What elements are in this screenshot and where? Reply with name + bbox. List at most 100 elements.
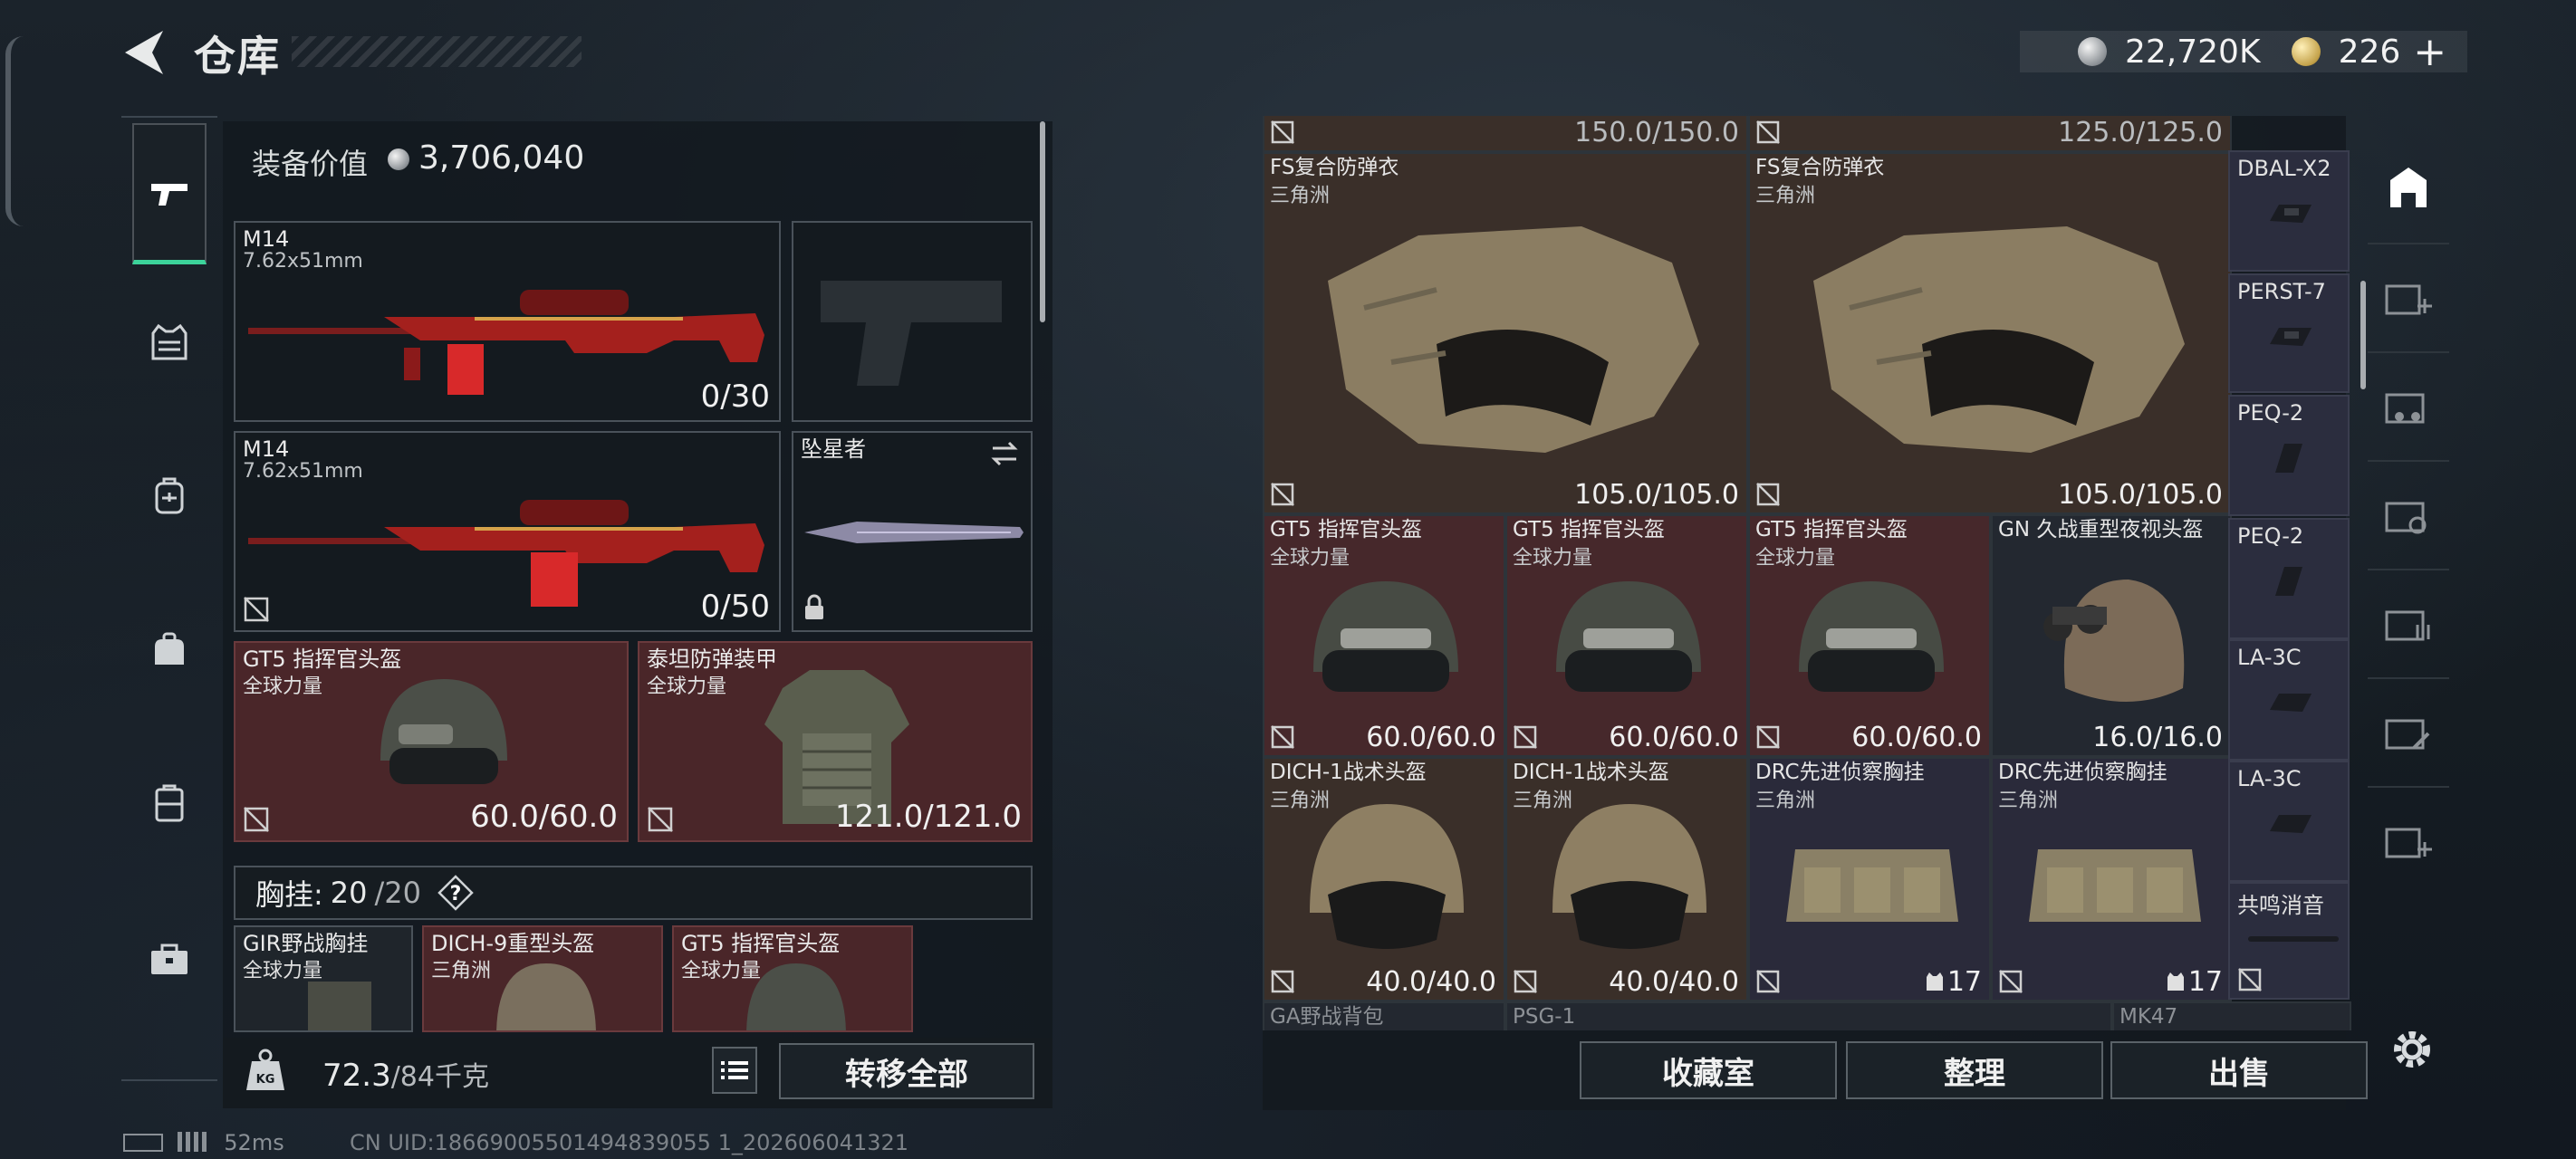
unbound-icon <box>1756 483 1780 506</box>
chest-rig-image <box>308 982 371 1030</box>
rig-item-slot[interactable]: GT5 指挥官头盔 全球力量 <box>672 925 913 1032</box>
rifle-image <box>248 500 764 607</box>
stash-item[interactable]: DRC先进侦察胸挂 三角洲 17 <box>1748 757 1991 1001</box>
stash-item[interactable]: 125.0/125.0 <box>1748 116 2232 152</box>
secondary-weapon-slot[interactable]: M14 7.62x51mm 0/50 <box>234 431 781 632</box>
stash-page-4[interactable] <box>2368 460 2449 567</box>
attachment-item[interactable]: LA-3C <box>2228 761 2350 882</box>
unbound-icon <box>1271 483 1294 506</box>
sort-button[interactable]: 整理 <box>1846 1041 2103 1099</box>
stash-item[interactable]: FS复合防弹衣 三角洲 105.0/105.0 <box>1748 152 2232 514</box>
attachment-item[interactable]: LA-3C <box>2228 639 2350 761</box>
laser-module-icon <box>2270 815 2312 833</box>
unbound-icon <box>648 807 673 832</box>
attachment-item[interactable]: DBAL-X2 <box>2228 150 2350 272</box>
item-durability: 16.0/16.0 <box>2092 722 2223 753</box>
stash-page-4[interactable] <box>2368 677 2449 784</box>
heavy-helmet-image <box>496 963 596 1030</box>
help-icon[interactable]: ? <box>437 875 474 911</box>
unbound-icon <box>244 807 269 832</box>
rail-tab-case[interactable] <box>132 733 207 875</box>
item-name: DICH-1战术头盔 <box>1270 761 1427 784</box>
back-arrow-icon[interactable] <box>120 27 167 78</box>
screen-edge-decoration <box>5 36 24 226</box>
stash-bars-icon <box>2385 610 2430 641</box>
armor-slot[interactable]: 泰坦防弹装甲 全球力量 121.0/121.0 <box>638 641 1033 842</box>
unbound-icon <box>1999 970 2023 993</box>
item-name: DRC先进侦察胸挂 <box>1998 761 2167 784</box>
attachment-item[interactable]: PERST-7 <box>2228 273 2350 393</box>
stash-item[interactable]: GT5 指挥官头盔 全球力量 60.0/60.0 <box>1263 514 1505 757</box>
settings-gear-icon[interactable] <box>2388 1025 2437 1074</box>
stash-item[interactable]: GA野战背包 <box>1263 1001 1505 1030</box>
stash-item[interactable]: DRC先进侦察胸挂 三角洲 17 <box>1991 757 2232 1001</box>
stash-item[interactable]: 150.0/150.0 <box>1263 116 1748 152</box>
backpack-icon <box>155 477 184 514</box>
laser-module-icon <box>2270 205 2312 223</box>
stash-page-4[interactable] <box>2368 243 2449 350</box>
armor-durability: 121.0/121.0 <box>834 799 1022 835</box>
item-faction: 三角洲 <box>1998 790 2059 812</box>
rail-tab-backpack[interactable] <box>132 426 207 567</box>
attachment-name: PEQ-2 <box>2237 400 2304 426</box>
transfer-all-button[interactable]: 转移全部 <box>779 1043 1034 1099</box>
bag-icon <box>155 632 184 665</box>
rail-tab-toolbox[interactable] <box>132 887 207 1029</box>
item-name: MK47 <box>2119 1005 2178 1029</box>
stash-page-4[interactable] <box>2368 351 2449 458</box>
primary-weapon-slot[interactable]: M14 7.62x51mm 0/30 <box>234 221 781 422</box>
stash-page-main[interactable] <box>2368 134 2449 241</box>
item-name: FS复合防弹衣 <box>1755 156 1885 179</box>
stash-item[interactable]: GT5 指挥官头盔 全球力量 60.0/60.0 <box>1748 514 1991 757</box>
svg-text:KG: KG <box>256 1073 275 1087</box>
helmet-durability: 60.0/60.0 <box>470 799 618 835</box>
list-view-button[interactable] <box>712 1047 757 1094</box>
item-durability: 40.0/40.0 <box>1609 966 1739 998</box>
stash-item[interactable]: GN 久战重型夜视头盔 16.0/16.0 <box>1991 514 2232 757</box>
chest-rig-used: 20 <box>330 876 368 910</box>
stash-item[interactable]: PSG-1 <box>1505 1001 2112 1030</box>
helmet-slot[interactable]: GT5 指挥官头盔 全球力量 60.0/60.0 <box>234 641 629 842</box>
stash-item[interactable]: DICH-1战术头盔 三角洲 40.0/40.0 <box>1505 757 1748 1001</box>
toolbox-icon <box>151 943 187 974</box>
pistol-slot[interactable] <box>792 221 1033 422</box>
laser-module-icon <box>2270 694 2312 712</box>
stash-item[interactable]: FS复合防弹衣 三角洲 105.0/105.0 <box>1263 152 1748 514</box>
collection-room-button[interactable]: 收藏室 <box>1580 1041 1837 1099</box>
rig-item-slot[interactable]: DICH-9重型头盔 三角洲 <box>422 925 663 1032</box>
add-currency-button[interactable]: + <box>2413 29 2446 75</box>
knife-image <box>804 522 1024 543</box>
stash-page-4[interactable] <box>2368 569 2449 675</box>
unbound-icon <box>1514 970 1537 993</box>
attachment-item[interactable]: PEQ-2 <box>2228 395 2350 516</box>
melee-slot[interactable]: 坠星者 <box>792 431 1033 632</box>
attachment-item[interactable]: PEQ-2 <box>2228 518 2350 639</box>
tactical-helmet-image <box>1310 804 1464 949</box>
loadout-scrollbar[interactable] <box>1040 121 1045 322</box>
rig-item-slot[interactable]: GIR野战胸挂 全球力量 <box>234 925 413 1032</box>
item-durability: 40.0/40.0 <box>1366 966 1496 998</box>
item-durability: 105.0/105.0 <box>1574 479 1739 511</box>
rail-tab-weapons[interactable] <box>132 123 207 264</box>
melee-name: 坠星者 <box>801 436 866 462</box>
weight-kg-icon: KG <box>246 1049 284 1090</box>
sell-button[interactable]: 出售 <box>2110 1041 2368 1099</box>
attachment-name: DBAL-X2 <box>2237 156 2331 181</box>
armor-faction: 全球力量 <box>647 675 727 698</box>
unbound-icon <box>1756 120 1780 144</box>
item-durability: 60.0/60.0 <box>1609 722 1739 753</box>
rail-tab-bag[interactable] <box>132 580 207 721</box>
stash-tools-icon <box>2385 719 2430 750</box>
item-faction: 三角洲 <box>1270 185 1331 207</box>
stash-scrollbar[interactable] <box>2360 281 2366 389</box>
rail-tab-armor[interactable] <box>132 272 207 413</box>
unbound-icon <box>1756 725 1780 749</box>
item-capacity: 17 <box>2167 966 2223 998</box>
attachment-item[interactable]: 共鸣消音 <box>2228 882 2350 1000</box>
stash-item[interactable]: DICH-1战术头盔 三角洲 40.0/40.0 <box>1263 757 1505 1001</box>
stash-item[interactable]: MK47 <box>2112 1001 2351 1030</box>
unbound-icon <box>1271 120 1294 144</box>
stash-page-2[interactable] <box>2368 786 2449 893</box>
swap-icon[interactable] <box>989 440 1020 467</box>
stash-item[interactable]: GT5 指挥官头盔 全球力量 60.0/60.0 <box>1505 514 1748 757</box>
